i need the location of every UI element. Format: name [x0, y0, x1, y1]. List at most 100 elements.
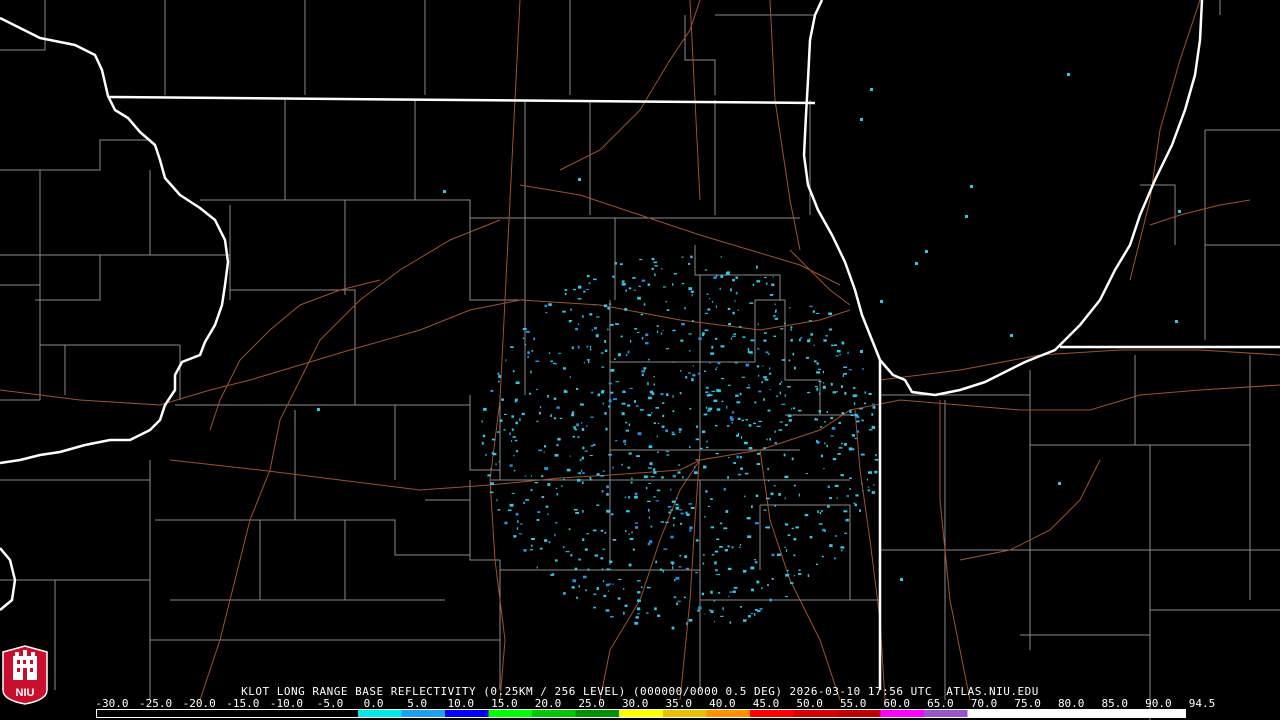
echo-cell	[854, 413, 858, 417]
echo-cell	[704, 269, 708, 271]
echo-cell	[759, 608, 763, 610]
echo-cell	[714, 561, 717, 565]
echo-cell	[739, 479, 741, 481]
echo-cell	[624, 604, 628, 607]
echo-cell	[725, 527, 728, 529]
echo-cell	[925, 250, 928, 253]
echo-cell	[685, 511, 688, 515]
echo-cell	[727, 476, 729, 479]
echo-cell	[628, 533, 630, 535]
echo-cell	[600, 557, 604, 560]
echo-cell	[672, 517, 676, 520]
echo-cell	[702, 332, 705, 336]
echo-cell	[870, 88, 873, 91]
echo-cell	[722, 607, 724, 611]
echo-cell	[662, 569, 664, 573]
echo-cell	[670, 509, 674, 511]
echo-cell	[586, 288, 590, 290]
echo-cell	[809, 305, 813, 308]
echo-cell	[637, 591, 641, 594]
echo-cell	[558, 352, 562, 355]
echo-cell	[798, 573, 802, 575]
echo-cell	[836, 497, 838, 499]
echo-cell	[623, 611, 625, 615]
echo-cell	[576, 423, 579, 427]
echo-cell	[663, 548, 668, 550]
echo-cell	[588, 282, 591, 285]
echo-cell	[844, 391, 847, 395]
echo-cell	[681, 283, 685, 285]
echo-cell	[586, 533, 589, 535]
echo-cell	[795, 526, 799, 529]
echo-cell	[596, 316, 600, 318]
echo-cell	[763, 376, 767, 379]
echo-cell	[646, 612, 649, 614]
echo-cell	[524, 475, 527, 477]
echo-cell	[564, 289, 568, 291]
echo-cell	[515, 381, 520, 384]
echo-cell	[834, 391, 839, 393]
echo-cell	[760, 587, 763, 590]
echo-cell	[704, 613, 706, 615]
echo-cell	[541, 496, 545, 498]
echo-cell	[596, 587, 599, 590]
echo-cell	[714, 569, 718, 572]
echo-cell	[750, 612, 753, 615]
echo-cell	[745, 363, 750, 367]
echo-cell	[536, 519, 540, 521]
echo-cell	[606, 485, 609, 489]
echo-cell	[724, 549, 728, 552]
echo-cell	[688, 619, 693, 622]
echo-cell	[762, 365, 764, 367]
echo-cell	[667, 506, 672, 508]
echo-cell	[758, 420, 763, 422]
echo-cell	[640, 313, 643, 316]
echo-cell	[531, 538, 535, 540]
echo-cell	[1067, 73, 1070, 76]
echo-cell	[573, 508, 578, 511]
echo-cell	[697, 606, 702, 610]
echo-cell	[773, 315, 776, 317]
echo-cell	[653, 471, 657, 474]
echo-cell	[648, 445, 653, 449]
echo-cell	[656, 451, 659, 453]
echo-cell	[751, 505, 753, 508]
echo-cell	[608, 454, 612, 456]
echo-cell	[637, 607, 641, 611]
echo-cell	[821, 555, 824, 558]
echo-cell	[581, 428, 585, 431]
echo-cell	[582, 446, 585, 450]
echo-cell	[818, 410, 821, 413]
echo-cell	[575, 327, 579, 331]
echo-cell	[692, 374, 696, 377]
echo-cell	[661, 476, 664, 479]
echo-cell	[513, 455, 515, 457]
echo-cell	[655, 407, 659, 409]
echo-cell	[659, 568, 663, 571]
echo-cell	[737, 432, 740, 435]
echo-cell	[601, 568, 604, 571]
echo-cell	[688, 333, 692, 335]
echo-cell	[703, 465, 707, 469]
echo-cell	[537, 511, 541, 513]
echo-cell	[767, 353, 770, 355]
echo-cell	[728, 323, 731, 326]
echo-cell	[586, 345, 589, 348]
echo-cell	[824, 529, 826, 532]
echo-cell	[790, 408, 792, 410]
echo-cell	[604, 340, 606, 343]
echo-cell	[847, 351, 849, 355]
echo-cell	[970, 185, 973, 188]
echo-cell	[732, 335, 736, 337]
echo-cell	[818, 392, 820, 395]
echo-cell	[648, 508, 650, 512]
echo-cell	[785, 573, 790, 577]
echo-cell	[756, 463, 761, 466]
echo-cell	[656, 489, 661, 492]
echo-cell	[608, 382, 613, 385]
echo-cell	[900, 578, 903, 581]
echo-cell	[655, 500, 659, 502]
echo-cell	[707, 308, 711, 311]
echo-cell	[728, 595, 730, 598]
echo-cell	[679, 554, 682, 557]
